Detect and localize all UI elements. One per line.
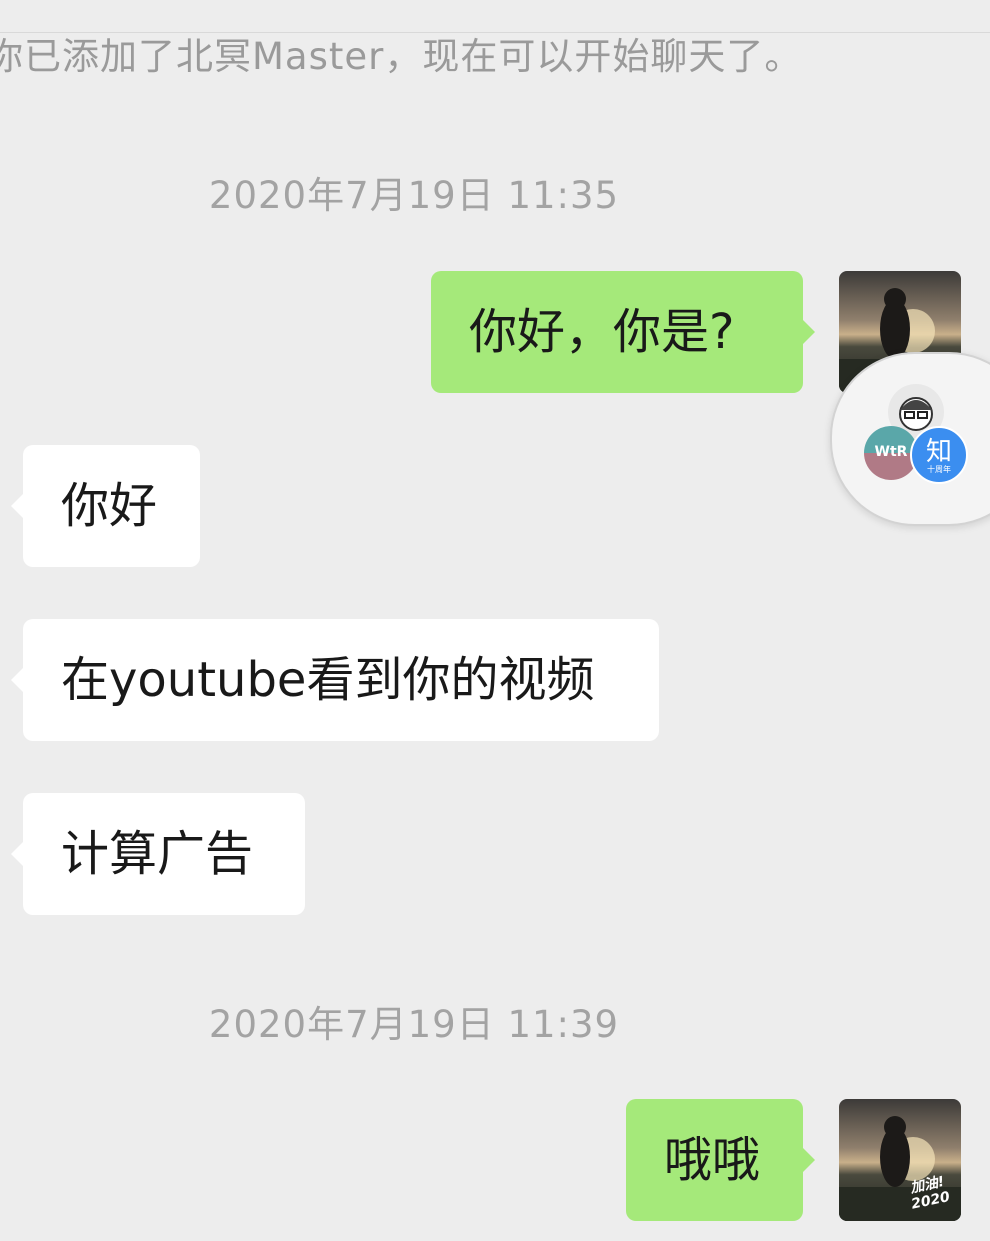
floating-window-collapsed[interactable]: WtR 知 十周年 <box>830 352 990 526</box>
zhihu-icon: 知 十周年 <box>910 426 968 484</box>
outgoing-message-bubble[interactable]: 哦哦 <box>626 1099 815 1221</box>
zhihu-sub-label: 十周年 <box>927 465 951 474</box>
zhihu-label: 知 <box>925 437 952 467</box>
my-avatar[interactable]: 加油! 2020 <box>839 1099 961 1221</box>
system-message: 你已添加了北冥Master，现在可以开始聊天了。 <box>0 35 803 78</box>
outgoing-message-bubble[interactable]: 你好，你是? <box>431 271 815 393</box>
chat-timestamp: 2020年7月19日 11:35 <box>208 174 620 217</box>
incoming-message-bubble[interactable]: 计算广告 <box>11 793 305 915</box>
chat-timestamp: 2020年7月19日 11:39 <box>208 1003 620 1046</box>
incoming-message-bubble[interactable]: 你好 <box>11 445 200 567</box>
incoming-message-bubble[interactable]: 在youtube看到你的视频 <box>11 619 659 741</box>
